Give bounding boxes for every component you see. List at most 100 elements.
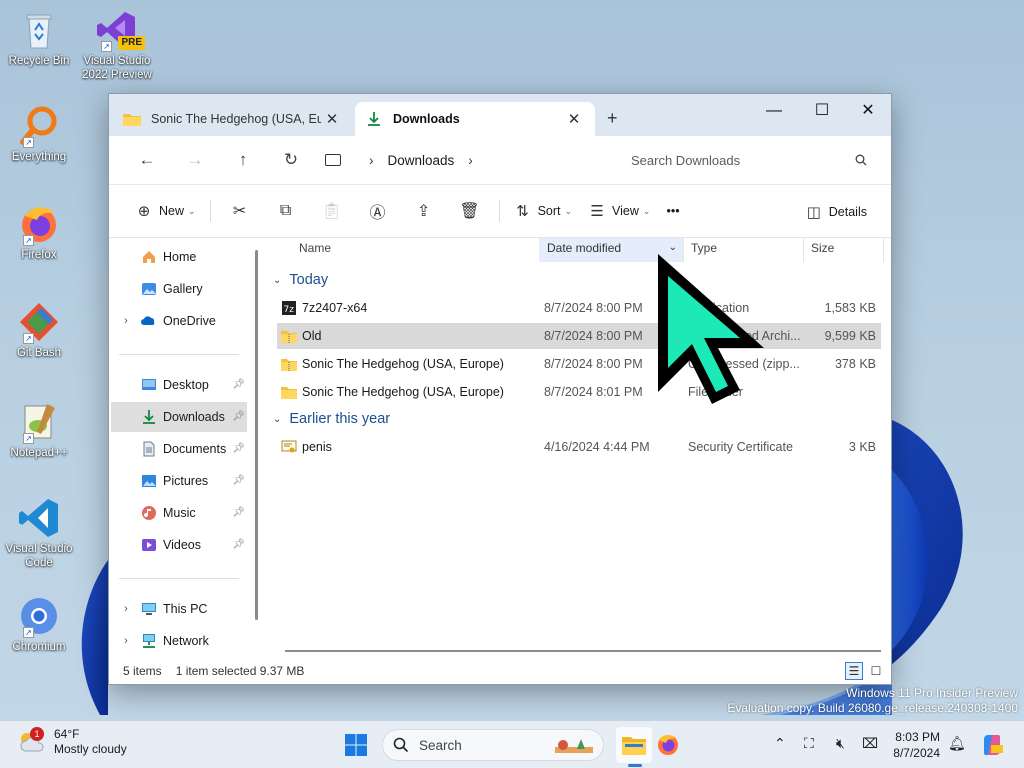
tab-sonic-folder[interactable]: Sonic The Hedgehog (USA, Europe) ✕ <box>113 102 353 136</box>
shortcut-arrow-icon: ↗ <box>23 137 34 148</box>
rename-button[interactable]: Ⓐ <box>355 195 401 227</box>
mouse-cursor-icon <box>658 254 764 404</box>
desktop-icon-label: Everything <box>11 151 67 163</box>
notification-bell-icon[interactable]: 🔔︎ <box>948 735 966 752</box>
desktop-icon-firefox[interactable]: ↗ Firefox <box>4 202 74 262</box>
desktop-icon-git-bash[interactable]: ↗ Git Bash <box>4 300 74 360</box>
cut-button[interactable]: ✂ <box>217 195 263 227</box>
sidebar-item-gallery[interactable]: Gallery <box>111 274 247 304</box>
file-row[interactable]: Sonic The Hedgehog (USA, Europe) 8/7/202… <box>277 351 881 377</box>
taskbar-search-box[interactable]: Search <box>382 729 604 761</box>
pin-icon[interactable]: 📌︎ <box>232 475 245 486</box>
shortcut-arrow-icon: ↗ <box>23 433 34 444</box>
shortcut-arrow-icon: ↗ <box>101 41 112 52</box>
forward-button[interactable]: → <box>171 144 219 176</box>
file-row[interactable]: penis 4/16/2024 4:44 PM Security Certifi… <box>277 434 881 460</box>
battery-icon[interactable]: ⌧ <box>862 735 878 752</box>
new-tab-button[interactable]: + <box>607 108 618 129</box>
expand-chevron-icon[interactable]: › <box>119 315 133 327</box>
tab-label: Sonic The Hedgehog (USA, Europe) <box>151 112 321 126</box>
active-indicator <box>628 764 642 767</box>
desktop-icon-recycle-bin[interactable]: Recycle Bin <box>4 8 74 68</box>
refresh-button[interactable]: ↻ <box>267 144 315 176</box>
this-pc-icon <box>142 603 156 615</box>
desktop-icon-chromium[interactable]: ↗ Chromium <box>4 594 74 654</box>
trash-icon: 🗑︎ <box>459 203 480 220</box>
tiles-view-icon[interactable]: ☐ <box>867 662 885 680</box>
up-button[interactable]: ↑ <box>219 144 267 176</box>
file-row[interactable]: Sonic The Hedgehog (USA, Europe) 8/7/202… <box>277 379 881 405</box>
new-button[interactable]: ⊕ New ⌄ <box>127 195 204 227</box>
sidebar-item-pictures[interactable]: Pictures 📌︎ <box>111 466 247 496</box>
pin-icon[interactable]: 📌︎ <box>232 379 245 390</box>
sidebar-item-desktop[interactable]: Desktop 📌︎ <box>111 370 247 400</box>
close-window-button[interactable]: ✕ <box>845 98 891 124</box>
group-header-today[interactable]: ⌄ Today <box>273 272 328 288</box>
pin-icon[interactable]: 📌︎ <box>232 539 245 550</box>
column-header-name[interactable]: Name <box>291 238 531 262</box>
expand-chevron-icon[interactable]: › <box>119 635 133 647</box>
horizontal-scrollbar[interactable] <box>285 650 881 652</box>
volume-icon[interactable]: 🔇︎ <box>836 735 845 752</box>
search-input[interactable]: Search Downloads <box>621 144 877 176</box>
navigation-bar: ← → ↑ ↻ › Downloads › Search Downloads <box>109 136 891 184</box>
delete-button[interactable]: 🗑︎ <box>447 195 493 227</box>
address-bar[interactable]: › Downloads › <box>315 144 611 176</box>
divider <box>119 354 239 355</box>
minimize-button[interactable]: — <box>751 98 797 124</box>
details-pane-button[interactable]: ◫ Details <box>797 196 875 228</box>
sidebar-item-label: Pictures <box>163 474 209 488</box>
view-button[interactable]: ☰ View ⌄ <box>580 195 658 227</box>
weather-temp: 64°F <box>54 727 80 741</box>
desktop-icon-notepad-plus-plus[interactable]: ↗ Notepad++ <box>4 400 74 460</box>
maximize-button[interactable]: ☐ <box>799 98 845 124</box>
pin-icon[interactable]: 📌︎ <box>232 507 245 518</box>
sidebar-item-home[interactable]: Home <box>111 242 247 272</box>
desktop-icon-everything[interactable]: ↗ Everything <box>4 104 74 164</box>
column-divider[interactable] <box>883 238 884 262</box>
close-tab-icon[interactable]: ✕ <box>321 110 343 128</box>
group-header-earlier-this-year[interactable]: ⌄ Earlier this year <box>273 411 390 427</box>
divider <box>119 578 239 579</box>
sidebar-item-label: Videos <box>163 538 201 552</box>
breadcrumb-downloads[interactable]: Downloads <box>388 153 455 168</box>
pin-icon[interactable]: 📌︎ <box>232 443 245 454</box>
close-tab-icon[interactable]: ✕ <box>563 110 585 128</box>
breadcrumb-chevron-icon[interactable]: › <box>468 153 473 168</box>
expand-chevron-icon[interactable]: › <box>119 603 133 615</box>
copy-button[interactable]: ⧉ <box>263 195 309 227</box>
pin-icon[interactable]: 📌︎ <box>232 411 245 422</box>
details-view-icon[interactable]: ☰ <box>845 662 863 680</box>
windows-logo-icon <box>345 734 367 756</box>
column-header-size[interactable]: Size <box>803 238 883 262</box>
share-button[interactable]: ⇪ <box>401 195 447 227</box>
taskbar-file-explorer[interactable] <box>616 727 652 763</box>
network-status-icon[interactable]: ⛶ <box>804 735 814 752</box>
desktop-icon-vscode[interactable]: Visual Studio Code <box>4 496 74 570</box>
sidebar-scrollbar[interactable] <box>255 250 258 620</box>
tab-downloads[interactable]: Downloads ✕ <box>355 102 595 136</box>
sidebar-item-this-pc[interactable]: › This PC <box>111 594 247 624</box>
chevron-up-icon[interactable]: ⌃ <box>774 735 786 752</box>
copilot-button[interactable] <box>974 727 1010 763</box>
sidebar-item-network[interactable]: › Network <box>111 626 247 656</box>
taskbar-firefox[interactable] <box>650 727 686 763</box>
file-row[interactable]: Old 8/7/2024 8:00 PM Compressed Archi...… <box>277 323 881 349</box>
notepad-plus-plus-icon: ↗ <box>17 400 61 444</box>
file-row[interactable]: 7z 7z2407-x64 8/7/2024 8:00 PM Applicati… <box>277 295 881 321</box>
chevron-down-icon: ⌄ <box>188 205 196 216</box>
desktop-icon-visual-studio[interactable]: PRE ↗ Visual Studio 2022 Preview <box>82 8 152 82</box>
start-button[interactable] <box>338 727 374 763</box>
system-clock[interactable]: 8:03 PM 8/7/2024 <box>884 729 940 761</box>
sidebar-item-downloads[interactable]: Downloads 📌︎ <box>111 402 247 432</box>
sidebar-item-music[interactable]: Music 📌︎ <box>111 498 247 528</box>
copilot-icon <box>984 735 1003 755</box>
sidebar-item-onedrive[interactable]: › OneDrive <box>111 306 247 336</box>
sort-button[interactable]: ⇅ Sort ⌄ <box>506 195 580 227</box>
more-options-button[interactable]: ••• <box>658 195 687 227</box>
paste-button[interactable]: 📋︎ <box>309 195 355 227</box>
weather-widget[interactable]: 1 64°F Mostly cloudy <box>18 727 127 757</box>
sidebar-item-documents[interactable]: Documents 📌︎ <box>111 434 247 464</box>
sidebar-item-videos[interactable]: Videos 📌︎ <box>111 530 247 560</box>
back-button[interactable]: ← <box>123 144 171 176</box>
